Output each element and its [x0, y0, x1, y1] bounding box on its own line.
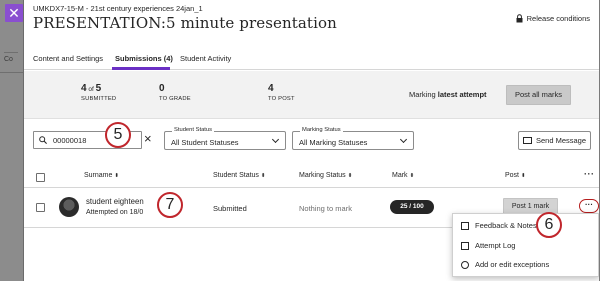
sort-icon: ⬍ [347, 173, 353, 179]
col-surname[interactable]: Surname ⬍ [84, 172, 119, 179]
student-status-filter[interactable]: Student Status All Student Statuses [164, 127, 286, 150]
tab-submissions[interactable]: Submissions (4) [115, 54, 173, 63]
marking-status-cell: Nothing to mark [299, 204, 352, 213]
col-marking-status-label: Marking Status [299, 172, 346, 179]
clock-icon [461, 260, 469, 269]
search-icon [39, 136, 47, 144]
avatar [59, 197, 79, 217]
col-post-label: Post [505, 172, 520, 179]
submitted-of: of [88, 86, 94, 93]
sort-icon: ⬍ [260, 173, 266, 179]
tab-content-settings[interactable]: Content and Settings [33, 54, 103, 63]
to-post-label: TO POST [268, 96, 295, 102]
stat-to-post: 4 TO POST [268, 83, 295, 102]
assessment-panel: UMKDX7-15-M - 21st century experiences 2… [23, 0, 600, 281]
row-checkbox[interactable] [36, 203, 45, 212]
marking-status-select[interactable]: All Marking Statuses [292, 131, 414, 150]
submission-stats: 4 of 5 SUBMITTED 0 TO GRADE 4 TO POST Ma… [24, 71, 600, 119]
close-panel-button[interactable]: ✕ [5, 4, 23, 22]
attempt-date-text: Attempted on 18/0 [86, 209, 144, 216]
background-divider [4, 52, 18, 53]
mark-value-pill[interactable]: 25 / 100 [390, 200, 434, 214]
lock-icon [516, 14, 523, 23]
col-student-status-label: Student Status [213, 172, 259, 179]
menu-item-attempt-log[interactable]: Attempt Log [461, 241, 515, 250]
background-tab-text: Co [4, 56, 13, 63]
callout-five: 5 [105, 122, 131, 148]
chevron-down-icon [271, 135, 280, 144]
tab-student-activity[interactable]: Student Activity [180, 54, 231, 63]
col-post[interactable]: Post ⬍ [505, 172, 526, 179]
student-status-value: All Student Statuses [171, 138, 239, 147]
col-surname-label: Surname [84, 172, 113, 179]
callout-six: 6 [536, 212, 562, 238]
page-title: PRESENTATION:5 minute presentation [33, 14, 337, 32]
release-conditions-link[interactable]: Release conditions [516, 14, 590, 23]
submitted-total: 5 [95, 83, 102, 94]
student-name[interactable]: student eighteen [86, 197, 144, 206]
callout-seven: 7 [157, 192, 183, 218]
header-more-icon[interactable]: ··· [584, 169, 595, 179]
marking-status-filter[interactable]: Marking Status All Marking Statuses [292, 127, 414, 150]
col-student-status[interactable]: Student Status ⬍ [213, 172, 266, 179]
send-message-label: Send Message [535, 136, 587, 145]
menu-item-exceptions-label: Add or edit exceptions [475, 260, 550, 269]
chevron-down-icon [399, 135, 408, 144]
log-icon [461, 241, 469, 250]
menu-item-attempt-log-label: Attempt Log [475, 241, 516, 250]
to-post-count: 4 [268, 83, 274, 94]
background-divider-2 [0, 72, 23, 73]
submitted-label: SUBMITTED [81, 96, 117, 102]
row-more-options-icon[interactable]: ··· [579, 199, 599, 213]
student-status-select[interactable]: All Student Statuses [164, 131, 286, 150]
post-all-marks-button[interactable]: Post all marks [506, 85, 571, 105]
col-mark-label: Mark [392, 172, 408, 179]
table-header: Surname ⬍ Student Status ⬍ Marking Status ⬍… [24, 166, 600, 188]
sort-icon: ⬍ [521, 173, 526, 179]
close-icon: ✕ [8, 5, 20, 21]
mail-icon [522, 137, 532, 144]
tab-bar: Content and Settings Submissions (4) Stu… [24, 42, 600, 70]
course-id: UMKDX7-15-M - 21st century experiences 2… [33, 4, 203, 13]
menu-item-feedback-label: Feedback & Notes [475, 221, 537, 230]
marking-value: latest attempt [437, 90, 487, 99]
stat-to-grade: 0 TO GRADE [159, 83, 191, 102]
row-options-menu: Feedback & Notes Attempt Log Add or edit… [452, 213, 599, 277]
search-value: 00000018 [53, 136, 87, 145]
release-conditions-label: Release conditions [526, 14, 590, 23]
clear-search-icon[interactable]: × [144, 131, 152, 147]
sort-icon: ⬍ [409, 173, 415, 179]
sort-icon: ⬍ [114, 173, 120, 179]
col-mark[interactable]: Mark ⬍ [392, 172, 414, 179]
select-all-checkbox[interactable] [36, 173, 45, 182]
menu-item-feedback[interactable]: Feedback & Notes [461, 221, 537, 230]
marking-status-filter-label: Marking Status [300, 127, 343, 133]
marking-prefix: Marking [409, 90, 436, 99]
marking-attempt-setting: Marking latest attempt [409, 90, 487, 99]
send-message-button[interactable]: Send Message [518, 131, 591, 150]
student-status-filter-label: Student Status [172, 127, 215, 133]
menu-item-exceptions[interactable]: Add or edit exceptions [461, 260, 549, 269]
marking-status-value: All Marking Statuses [299, 138, 368, 147]
feedback-icon [461, 221, 469, 230]
active-tab-indicator [112, 67, 170, 70]
background-page-strip: Co [0, 0, 23, 281]
to-grade-count: 0 [159, 83, 165, 94]
stat-submitted: 4 of 5 SUBMITTED [81, 83, 116, 102]
col-marking-status[interactable]: Marking Status ⬍ [299, 172, 352, 179]
to-grade-label: TO GRADE [159, 96, 191, 102]
student-status-cell: Submitted [213, 204, 247, 213]
